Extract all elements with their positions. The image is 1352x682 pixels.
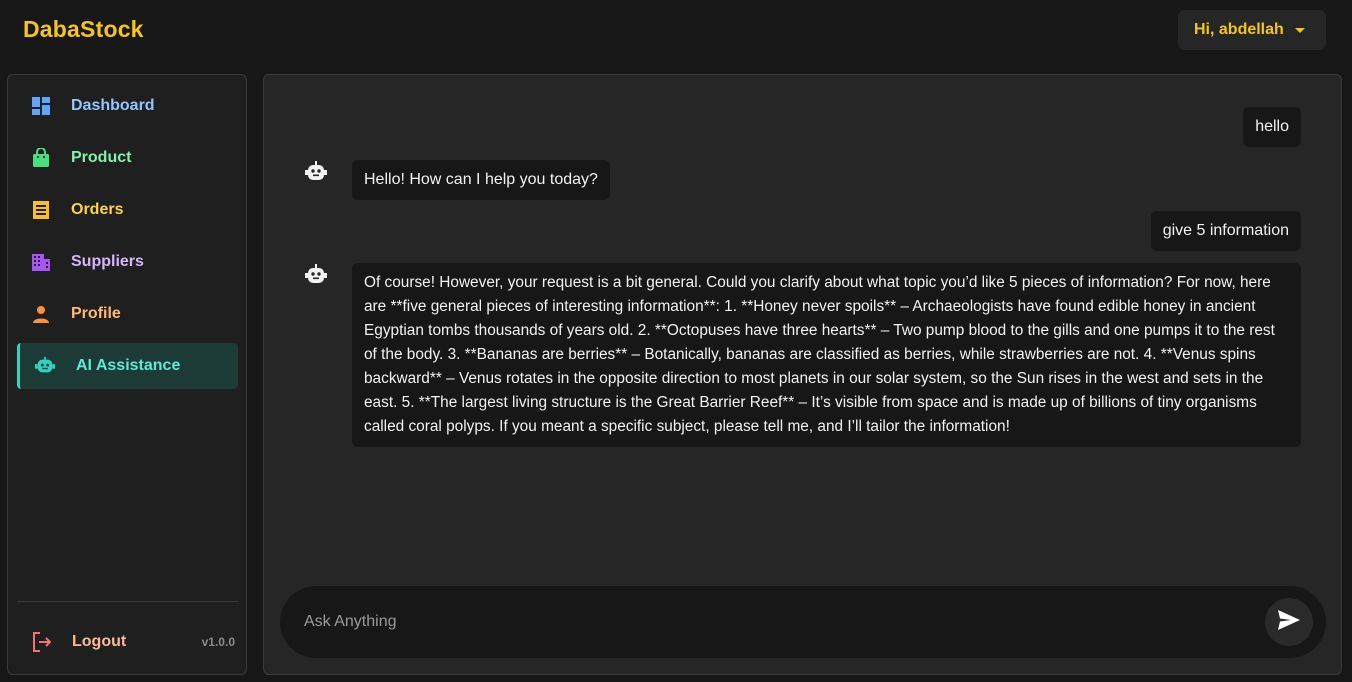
top-bar: DabaStock Hi, abdellah [0,0,1352,62]
user-message: hello [1243,107,1301,147]
send-button[interactable] [1265,598,1313,646]
sidebar-item-ai-assistance[interactable]: AI Assistance [17,343,238,389]
user-greeting: Hi, abdellah [1194,21,1284,38]
sidebar-item-label: Product [71,149,132,166]
sidebar-item-dashboard[interactable]: Dashboard [17,83,238,129]
assistant-message: Hello! How can I help you today? [352,160,610,200]
dashboard-icon [31,96,51,116]
shopping-bag-icon [31,148,51,168]
sidebar-item-profile[interactable]: Profile [17,291,238,337]
caret-down-icon [1295,28,1305,33]
chat-input[interactable] [304,608,1244,636]
sidebar-item-label: AI Assistance [76,357,181,374]
building-icon [31,252,51,272]
robot-icon [304,263,328,287]
sidebar-item-product[interactable]: Product [17,135,238,181]
version-label: v1.0.0 [201,635,235,649]
person-icon [31,304,51,324]
chat-panel: hello Hello! How can I help you today? g… [263,74,1342,675]
sidebar-item-label: Orders [71,201,124,218]
user-menu-button[interactable]: Hi, abdellah [1178,10,1326,50]
user-message: give 5 information [1150,211,1301,251]
robot-icon [35,356,55,376]
logout-label: Logout [72,633,127,650]
robot-icon [304,160,328,184]
sidebar-item-suppliers[interactable]: Suppliers [17,239,238,285]
sidebar: Dashboard Product Orders Suppliers Profi… [7,74,247,675]
sidebar-item-label: Dashboard [71,97,155,114]
receipt-icon [31,200,51,220]
logout-icon [31,631,53,653]
chat-composer [280,586,1326,658]
sidebar-item-label: Profile [71,305,121,322]
assistant-message: Of course! However, your request is a bi… [352,263,1301,447]
send-icon [1277,609,1301,636]
sidebar-divider [17,601,238,602]
brand-logo: DabaStock [23,16,144,42]
sidebar-item-orders[interactable]: Orders [17,187,238,233]
sidebar-item-label: Suppliers [71,253,144,270]
